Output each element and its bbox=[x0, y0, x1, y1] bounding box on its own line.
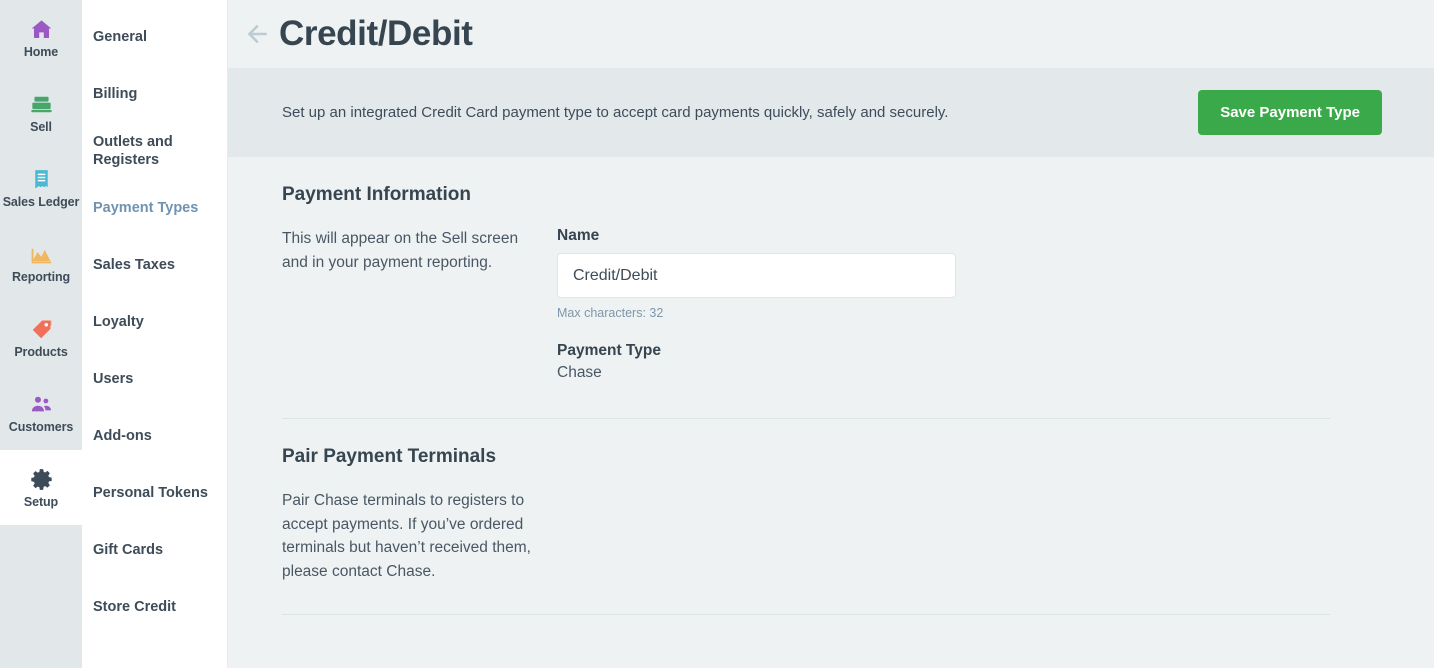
sidebar-item-label: Personal Tokens bbox=[93, 484, 208, 501]
primary-nav-item-sell[interactable]: Sell bbox=[0, 75, 82, 150]
primary-nav-item-label: Sales Ledger bbox=[2, 195, 80, 209]
banner-description: Set up an integrated Credit Card payment… bbox=[282, 104, 949, 121]
sidebar-item-sales-taxes[interactable]: Sales Taxes bbox=[82, 237, 227, 294]
section-divider bbox=[282, 614, 1330, 616]
sidebar-item-label: Store Credit bbox=[93, 598, 176, 615]
primary-nav-item-sales-ledger[interactable]: Sales Ledger bbox=[0, 150, 82, 225]
max-characters-hint: Max characters: 32 bbox=[557, 306, 664, 320]
receipt-icon bbox=[28, 166, 54, 192]
main-content: Credit/Debit Set up an integrated Credit… bbox=[228, 0, 1434, 668]
payment-information-fields: Name Max characters: 32 Payment Type Cha… bbox=[534, 227, 1382, 382]
page-title: Credit/Debit bbox=[279, 13, 473, 53]
sidebar-item-users[interactable]: Users bbox=[82, 351, 227, 408]
chart-icon bbox=[28, 241, 54, 267]
payment-type-value: Chase bbox=[557, 364, 602, 381]
sidebar-item-label: Payment Types bbox=[93, 199, 199, 216]
pair-payment-terminals-body: Pair Chase terminals to registers to acc… bbox=[282, 468, 1382, 583]
sidebar-item-label: Sales Taxes bbox=[93, 256, 175, 273]
page-header: Credit/Debit bbox=[228, 0, 1434, 68]
payment-information-body: This will appear on the Sell screen and … bbox=[282, 206, 1382, 382]
action-banner: Set up an integrated Credit Card payment… bbox=[228, 68, 1434, 157]
sidebar-item-label: Billing bbox=[93, 85, 138, 102]
primary-nav-item-label: Home bbox=[23, 45, 59, 59]
sidebar-item-personal-tokens[interactable]: Personal Tokens bbox=[82, 465, 227, 522]
arrow-left-icon[interactable] bbox=[242, 19, 272, 49]
payment-information-section: Payment Information This will appear on … bbox=[282, 157, 1434, 419]
home-icon bbox=[28, 16, 54, 42]
sidebar-item-label: Gift Cards bbox=[93, 541, 164, 558]
secondary-sidebar: General Billing Outlets and Registers Payme… bbox=[82, 0, 228, 668]
pair-payment-terminals-fields bbox=[534, 489, 1382, 583]
primary-nav-item-label: Customers bbox=[8, 420, 74, 434]
sidebar-item-label: Add-ons bbox=[93, 427, 152, 444]
name-input[interactable] bbox=[557, 253, 956, 298]
sidebar-item-label: Loyalty bbox=[93, 313, 144, 330]
primary-nav-item-home[interactable]: Home bbox=[0, 0, 82, 75]
tag-icon bbox=[28, 316, 54, 342]
save-payment-type-button[interactable]: Save Payment Type bbox=[1198, 90, 1382, 135]
primary-nav-item-setup[interactable]: Setup bbox=[0, 450, 82, 525]
sidebar-item-gift-cards[interactable]: Gift Cards bbox=[82, 522, 227, 579]
primary-nav-item-customers[interactable]: Customers bbox=[0, 375, 82, 450]
settings-content: Payment Information This will appear on … bbox=[228, 157, 1434, 616]
payment-type-label: Payment Type bbox=[557, 342, 661, 359]
payment-information-title: Payment Information bbox=[282, 184, 471, 205]
payment-information-description: This will appear on the Sell screen and … bbox=[282, 230, 519, 271]
sidebar-item-outlets-and-registers[interactable]: Outlets and Registers bbox=[82, 123, 227, 180]
pair-payment-terminals-section: Pair Payment Terminals Pair Chase termin… bbox=[282, 419, 1434, 616]
sidebar-item-label: General bbox=[93, 28, 147, 45]
sidebar-item-label: Users bbox=[93, 370, 134, 387]
sidebar-item-loyalty[interactable]: Loyalty bbox=[82, 294, 227, 351]
gear-icon bbox=[28, 466, 54, 492]
primary-nav-item-label: Sell bbox=[30, 120, 52, 134]
primary-nav-item-label: Reporting bbox=[11, 270, 71, 284]
primary-nav-item-products[interactable]: Products bbox=[0, 300, 82, 375]
primary-sidebar: Home Sell Sales Ledger Reporting Products Cus… bbox=[0, 0, 82, 668]
pair-payment-terminals-title: Pair Payment Terminals bbox=[282, 446, 497, 467]
sidebar-item-payment-types[interactable]: Payment Types bbox=[82, 180, 227, 237]
primary-nav-item-label: Setup bbox=[23, 495, 59, 509]
sidebar-item-general[interactable]: General bbox=[82, 9, 227, 66]
sidebar-item-label: Outlets and Registers bbox=[93, 134, 173, 168]
sidebar-item-billing[interactable]: Billing bbox=[82, 66, 227, 123]
people-icon bbox=[28, 391, 54, 417]
pair-payment-terminals-description: Pair Chase terminals to registers to acc… bbox=[282, 492, 531, 580]
sidebar-item-add-ons[interactable]: Add-ons bbox=[82, 408, 227, 465]
primary-nav-item-reporting[interactable]: Reporting bbox=[0, 225, 82, 300]
sidebar-item-store-credit[interactable]: Store Credit bbox=[82, 579, 227, 636]
app-root: Home Sell Sales Ledger Reporting Products Cus… bbox=[0, 0, 1434, 668]
register-icon bbox=[28, 91, 54, 117]
primary-nav-item-label: Products bbox=[14, 345, 68, 359]
name-field-label: Name bbox=[557, 227, 600, 244]
